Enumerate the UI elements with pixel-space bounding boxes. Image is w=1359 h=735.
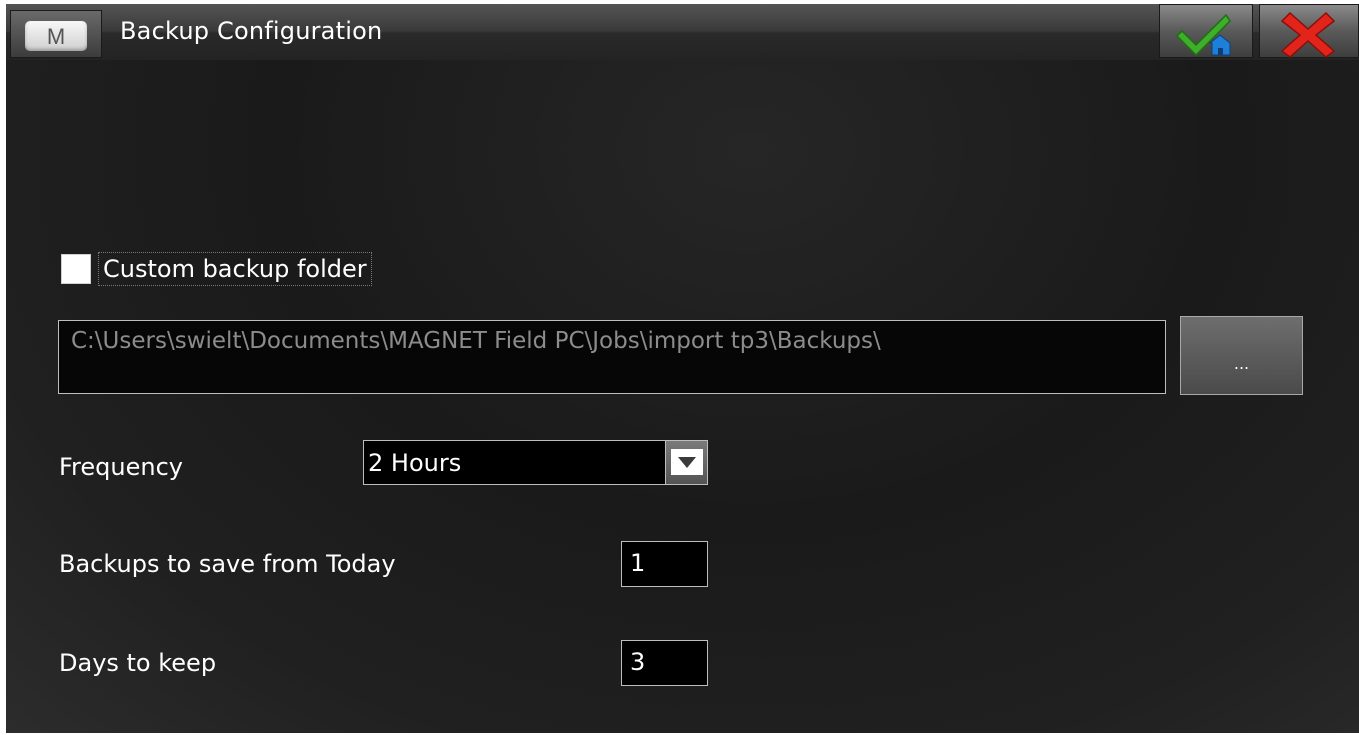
dropdown-arrow-button[interactable] bbox=[665, 441, 707, 484]
check-home-icon bbox=[1175, 13, 1231, 57]
window-title: Backup Configuration bbox=[120, 17, 383, 45]
title-bar: M Backup Configuration bbox=[6, 4, 1359, 60]
backups-to-save-input[interactable]: 1 bbox=[621, 541, 708, 587]
custom-backup-folder-checkbox[interactable] bbox=[61, 254, 91, 284]
frequency-selected-value: 2 Hours bbox=[368, 449, 462, 477]
magnet-logo-letter: M bbox=[47, 24, 65, 49]
ok-button[interactable] bbox=[1159, 4, 1253, 58]
days-to-keep-label: Days to keep bbox=[59, 649, 217, 677]
chevron-down-icon bbox=[671, 449, 703, 475]
frequency-dropdown[interactable]: 2 Hours bbox=[363, 440, 708, 485]
backups-to-save-label: Backups to save from Today bbox=[59, 550, 396, 578]
backup-configuration-window: M Backup Configuration Custom backup fol… bbox=[6, 4, 1359, 733]
days-to-keep-input[interactable]: 3 bbox=[621, 640, 708, 686]
custom-backup-folder-label[interactable]: Custom backup folder bbox=[98, 252, 372, 286]
magnet-logo-icon: M bbox=[25, 21, 87, 51]
app-menu-button[interactable]: M bbox=[10, 10, 102, 58]
frequency-label: Frequency bbox=[59, 453, 183, 481]
browse-folder-button[interactable]: ... bbox=[1180, 316, 1303, 395]
backup-folder-path-field[interactable]: C:\Users\swielt\Documents\MAGNET Field P… bbox=[58, 320, 1166, 394]
cancel-button[interactable] bbox=[1259, 4, 1359, 58]
red-x-icon bbox=[1280, 11, 1336, 58]
